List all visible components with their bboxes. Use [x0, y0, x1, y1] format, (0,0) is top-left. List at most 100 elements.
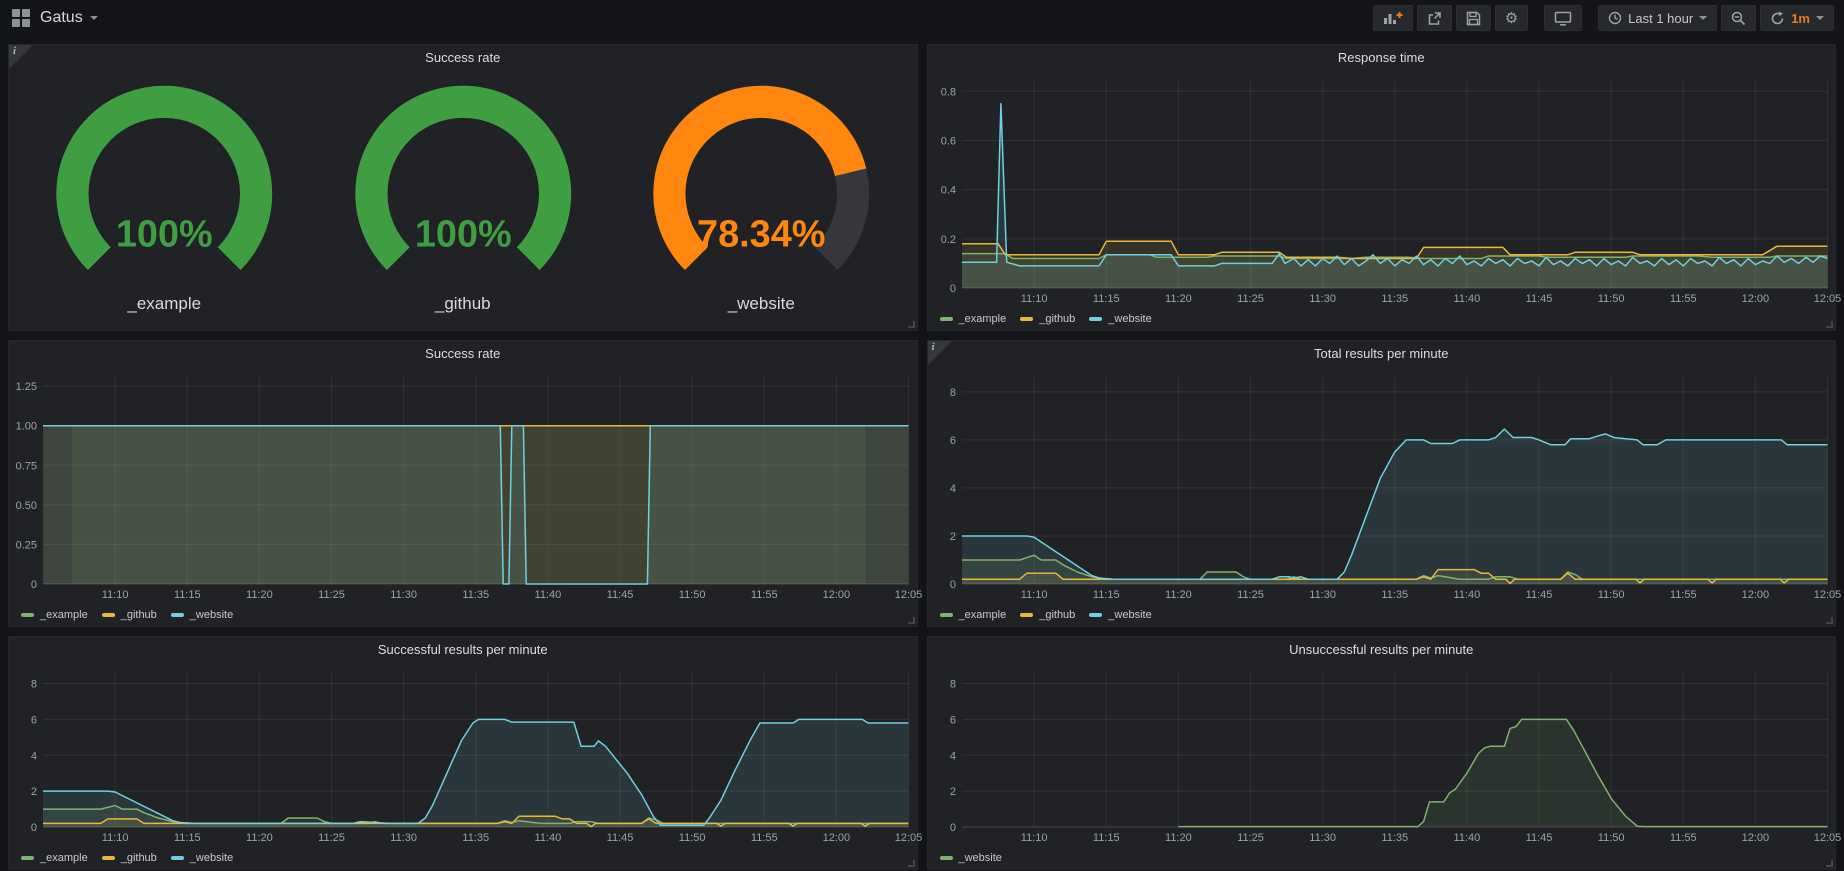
- svg-text:0.6: 0.6: [940, 135, 955, 147]
- svg-text:0: 0: [31, 579, 37, 591]
- svg-text:11:45: 11:45: [1525, 832, 1552, 844]
- unsuccessful-results-chart[interactable]: 11:1011:1511:2011:2511:3011:3511:4011:45…: [928, 663, 1836, 847]
- svg-text:11:25: 11:25: [1237, 832, 1264, 844]
- panel-resize-handle[interactable]: [1826, 860, 1833, 867]
- panel-title[interactable]: Total results per minute: [928, 341, 1836, 367]
- grid-square: [22, 9, 30, 17]
- gauge-label: _github: [314, 294, 613, 322]
- gauge-label: _website: [612, 294, 911, 322]
- svg-text:12:05: 12:05: [1813, 293, 1841, 305]
- svg-text:11:50: 11:50: [1597, 832, 1624, 844]
- info-icon: i: [13, 45, 16, 57]
- legend-series-label: _example: [40, 609, 88, 621]
- gauge-website: 78.34% _website: [612, 75, 911, 322]
- svg-text:8: 8: [949, 387, 955, 399]
- gauge-example: 100% _example: [15, 75, 314, 322]
- zoom-out-button[interactable]: [1721, 5, 1756, 31]
- legend-item[interactable]: _website: [1089, 609, 1151, 621]
- svg-text:11:40: 11:40: [535, 832, 562, 844]
- svg-text:0.8: 0.8: [940, 86, 955, 98]
- panel-resize-handle[interactable]: [908, 617, 915, 624]
- svg-text:12:05: 12:05: [1813, 832, 1841, 844]
- panel-info-corner[interactable]: i: [9, 45, 33, 69]
- svg-text:11:15: 11:15: [174, 832, 201, 844]
- chart-legend: _example _github _website: [928, 604, 1836, 626]
- svg-text:11:10: 11:10: [1020, 589, 1047, 601]
- success-rate-chart[interactable]: 11:1011:1511:2011:2511:3011:3511:4011:45…: [9, 367, 917, 604]
- grid-square: [12, 9, 20, 17]
- svg-text:0: 0: [949, 822, 955, 834]
- legend-item[interactable]: _website: [171, 852, 233, 864]
- svg-text:12:00: 12:00: [1741, 293, 1769, 305]
- legend-series-marker: [102, 856, 115, 860]
- legend-series-marker: [940, 613, 953, 617]
- svg-text:11:55: 11:55: [1669, 832, 1696, 844]
- svg-text:11:35: 11:35: [1381, 832, 1408, 844]
- panel-title[interactable]: Success rate: [9, 45, 917, 71]
- time-range-picker[interactable]: Last 1 hour: [1598, 5, 1717, 31]
- tv-mode-button[interactable]: [1544, 5, 1582, 31]
- svg-text:11:40: 11:40: [535, 589, 562, 601]
- svg-text:100%: 100%: [116, 213, 213, 255]
- svg-text:11:20: 11:20: [1165, 293, 1192, 305]
- svg-text:4: 4: [949, 483, 955, 495]
- chart-legend: _example _github _website: [9, 604, 917, 626]
- svg-text:12:00: 12:00: [1741, 589, 1769, 601]
- svg-text:11:55: 11:55: [1669, 293, 1696, 305]
- panel-resize-handle[interactable]: [908, 860, 915, 867]
- panel-unsuccessful-results: Unsuccessful results per minute 11:1011:…: [927, 636, 1837, 870]
- response-time-chart[interactable]: 11:1011:1511:2011:2511:3011:3511:4011:45…: [928, 71, 1836, 308]
- gauge-arc: 78.34%: [612, 75, 911, 294]
- monitor-icon: [1554, 11, 1572, 26]
- legend-series-label: _github: [121, 609, 157, 621]
- svg-text:78.34%: 78.34%: [697, 213, 825, 255]
- legend-item[interactable]: _website: [171, 609, 233, 621]
- panel-resize-handle[interactable]: [1826, 617, 1833, 624]
- save-icon: [1466, 11, 1481, 26]
- successful-results-chart[interactable]: 11:1011:1511:2011:2511:3011:3511:4011:45…: [9, 663, 917, 847]
- svg-text:11:25: 11:25: [318, 589, 345, 601]
- svg-text:11:45: 11:45: [1525, 589, 1552, 601]
- panel-resize-handle[interactable]: [1826, 321, 1833, 328]
- svg-text:11:20: 11:20: [1165, 832, 1192, 844]
- dashboards-grid-icon[interactable]: [12, 9, 30, 27]
- legend-item[interactable]: _github: [1020, 609, 1075, 621]
- legend-item[interactable]: _github: [102, 609, 157, 621]
- legend-series-label: _website: [1108, 609, 1151, 621]
- legend-series-label: _example: [959, 313, 1007, 325]
- refresh-icon: [1770, 11, 1785, 26]
- legend-item[interactable]: _example: [940, 609, 1007, 621]
- legend-item[interactable]: _website: [1089, 313, 1151, 325]
- legend-item[interactable]: _example: [940, 313, 1007, 325]
- svg-text:4: 4: [31, 750, 37, 762]
- legend-item[interactable]: _example: [21, 852, 88, 864]
- legend-series-marker: [1020, 317, 1033, 321]
- legend-item[interactable]: _example: [21, 609, 88, 621]
- panel-title[interactable]: Successful results per minute: [9, 637, 917, 663]
- panel-title[interactable]: Response time: [928, 45, 1836, 71]
- panel-title[interactable]: Success rate: [9, 341, 917, 367]
- save-button[interactable]: [1456, 5, 1491, 31]
- add-panel-button[interactable]: [1373, 5, 1413, 31]
- refresh-button[interactable]: 1m: [1760, 5, 1834, 31]
- total-results-chart[interactable]: 11:1011:1511:2011:2511:3011:3511:4011:45…: [928, 367, 1836, 604]
- settings-button[interactable]: ⚙: [1495, 5, 1528, 31]
- svg-text:6: 6: [949, 435, 955, 447]
- panel-resize-handle[interactable]: [908, 321, 915, 328]
- svg-text:0: 0: [949, 579, 955, 591]
- panel-title[interactable]: Unsuccessful results per minute: [928, 637, 1836, 663]
- svg-text:0: 0: [31, 822, 37, 834]
- svg-text:11:25: 11:25: [1237, 589, 1264, 601]
- svg-text:11:15: 11:15: [1092, 293, 1119, 305]
- legend-series-marker: [171, 613, 184, 617]
- legend-item[interactable]: _github: [102, 852, 157, 864]
- share-button[interactable]: [1417, 5, 1452, 31]
- legend-item[interactable]: _website: [940, 852, 1002, 864]
- legend-item[interactable]: _github: [1020, 313, 1075, 325]
- svg-text:4: 4: [949, 750, 955, 762]
- svg-text:11:15: 11:15: [174, 589, 201, 601]
- legend-series-label: _website: [190, 852, 233, 864]
- dashboard-title-dropdown[interactable]: Gatus: [40, 9, 98, 27]
- svg-text:11:30: 11:30: [1309, 293, 1336, 305]
- panel-info-corner[interactable]: i: [928, 341, 952, 365]
